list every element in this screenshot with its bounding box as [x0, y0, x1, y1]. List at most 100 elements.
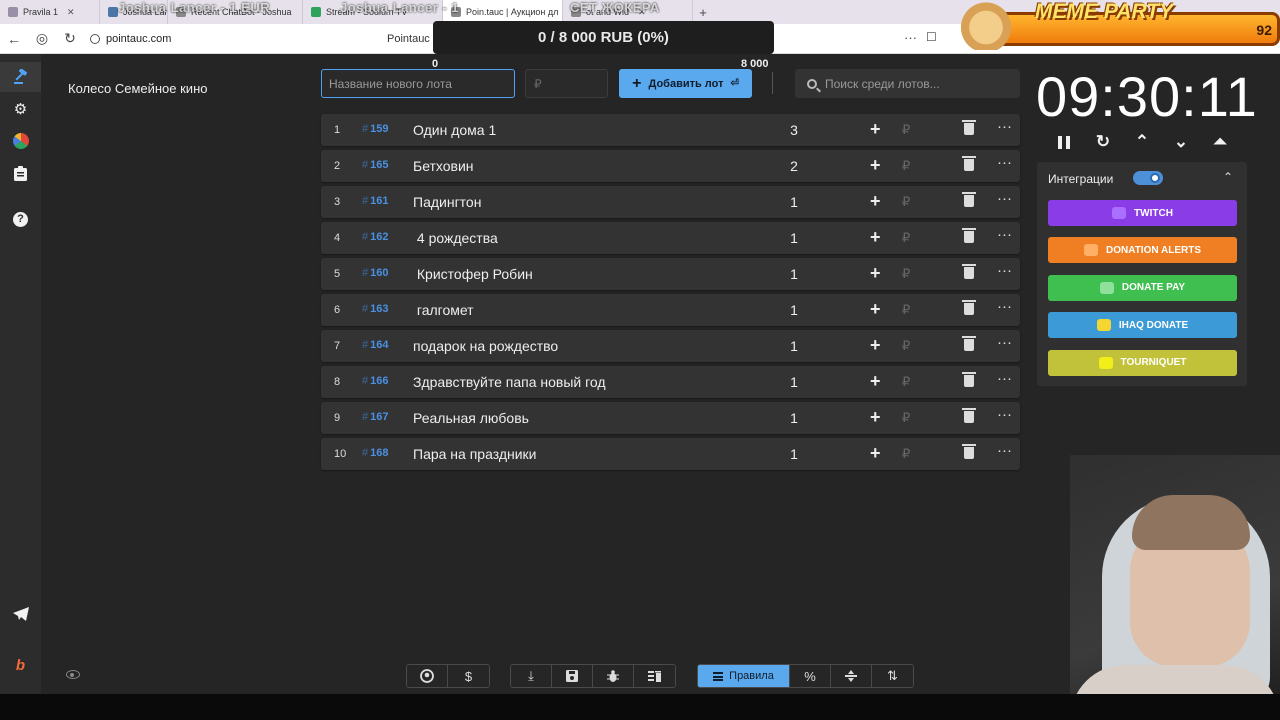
lot-row[interactable]: 10 #168 Пара на праздники 1 + ₽ ···	[321, 438, 1020, 470]
delete-icon[interactable]	[962, 408, 976, 423]
github-icon[interactable]	[407, 665, 448, 687]
chevron-up-icon[interactable]: ⌃	[1223, 170, 1233, 184]
gavel-icon[interactable]	[0, 62, 41, 92]
pie-chart-icon[interactable]	[0, 126, 41, 156]
lot-amount[interactable]: 1	[787, 302, 801, 318]
new-tab-icon[interactable]: +	[693, 5, 713, 20]
lot-id[interactable]: #167	[362, 411, 388, 423]
add-amount-icon[interactable]: +	[870, 299, 881, 320]
lot-name[interactable]: Падингтон	[413, 194, 481, 210]
pause-button[interactable]	[1049, 129, 1079, 155]
add-amount-icon[interactable]: +	[870, 371, 881, 392]
lot-name[interactable]: Реальная любовь	[413, 410, 529, 426]
lot-row[interactable]: 2 #165 Бетховин 2 + ₽ ···	[321, 150, 1020, 182]
lot-name[interactable]: Здравствуйте папа новый год	[413, 374, 606, 390]
donate-dollar-icon[interactable]: $	[448, 665, 489, 687]
ruble-input[interactable]: ₽	[902, 338, 910, 354]
site-info-icon[interactable]	[90, 33, 100, 44]
more-icon[interactable]: ···	[997, 118, 1012, 135]
more-icon[interactable]: ···	[997, 298, 1012, 315]
lot-id[interactable]: #163	[362, 303, 388, 315]
lot-row[interactable]: 3 #161 Падингтон 1 + ₽ ···	[321, 186, 1020, 218]
donate-pay-button[interactable]: DONATE PAY	[1048, 274, 1237, 301]
lot-row[interactable]: 8 #166 Здравствуйте папа новый год 1 + ₽ ···	[321, 366, 1020, 398]
add-amount-icon[interactable]: +	[870, 335, 881, 356]
bookmark-icon[interactable]: ☐	[926, 30, 937, 44]
lot-amount[interactable]: 1	[787, 446, 801, 462]
add-amount-icon[interactable]: +	[870, 191, 881, 212]
more-icon[interactable]: ···	[997, 226, 1012, 243]
lot-row[interactable]: 5 #160 Кристофер Робин 1 + ₽ ···	[321, 258, 1020, 290]
lot-amount[interactable]: 1	[787, 338, 801, 354]
settings-icon[interactable]: ⚙	[0, 94, 41, 124]
donation-alerts-button[interactable]: DONATION ALERTS	[1048, 237, 1237, 264]
ruble-input[interactable]: ₽	[902, 158, 910, 174]
add-amount-icon[interactable]: +	[870, 263, 881, 284]
lot-name[interactable]: 4 рождества	[413, 230, 498, 246]
rules-button[interactable]: Правила	[698, 665, 790, 687]
more-icon[interactable]: ···	[997, 370, 1012, 387]
ruble-input[interactable]: ₽	[902, 446, 910, 462]
clipboard-icon[interactable]	[0, 158, 41, 188]
help-icon[interactable]: ?	[0, 204, 41, 234]
lot-amount[interactable]: 1	[787, 374, 801, 390]
tourniquet-button[interactable]: TOURNIQUET	[1048, 349, 1237, 376]
lot-row[interactable]: 7 #164 подарок на рождество 1 + ₽ ···	[321, 330, 1020, 362]
add-lot-button[interactable]: + Добавить лот ⏎	[619, 69, 752, 98]
delete-icon[interactable]	[962, 336, 976, 351]
lot-row[interactable]: 9 #167 Реальная любовь 1 + ₽ ···	[321, 402, 1020, 434]
reload-icon[interactable]: ↻	[56, 30, 84, 47]
ruble-input[interactable]: ₽	[902, 194, 910, 210]
sort-icon[interactable]: ⇅	[872, 665, 913, 687]
lot-name[interactable]: Кристофер Робин	[413, 266, 533, 282]
ruble-input[interactable]: ₽	[902, 374, 910, 390]
delete-icon[interactable]	[962, 264, 976, 279]
lot-amount[interactable]: 1	[787, 410, 801, 426]
more-icon[interactable]: ···	[997, 442, 1012, 459]
clear-list-icon[interactable]	[634, 665, 675, 687]
lot-id[interactable]: #162	[362, 231, 388, 243]
lot-row[interactable]: 6 #163 галгомет 1 + ₽ ···	[321, 294, 1020, 326]
more-icon[interactable]: ···	[997, 190, 1012, 207]
more-options-icon[interactable]: ···	[904, 30, 917, 45]
address-bar[interactable]: pointauc.com	[90, 33, 171, 45]
save-icon[interactable]	[552, 665, 593, 687]
compress-icon[interactable]	[831, 665, 872, 687]
browser-tab[interactable]: Pravila 1 ✕	[0, 0, 100, 24]
telegram-icon[interactable]	[0, 599, 41, 629]
timer-down-button[interactable]: ⌄	[1166, 129, 1196, 155]
ruble-input[interactable]: ₽	[902, 410, 910, 426]
delete-icon[interactable]	[962, 444, 976, 459]
lot-row[interactable]: 1 #159 Один дома 1 3 + ₽ ···	[321, 114, 1020, 146]
twitch-button[interactable]: TWITCH	[1048, 200, 1237, 226]
shield-icon[interactable]: ◎	[28, 30, 56, 47]
lot-row[interactable]: 4 #162 4 рождества 1 + ₽ ···	[321, 222, 1020, 254]
delete-icon[interactable]	[962, 228, 976, 243]
lot-name[interactable]: галгомет	[413, 302, 474, 318]
percent-button[interactable]: %	[790, 665, 831, 687]
lot-id[interactable]: #166	[362, 375, 388, 387]
more-icon[interactable]: ···	[997, 262, 1012, 279]
delete-icon[interactable]	[962, 120, 976, 135]
lot-name[interactable]: Бетховин	[413, 158, 474, 174]
add-amount-icon[interactable]: +	[870, 407, 881, 428]
more-icon[interactable]: ···	[997, 334, 1012, 351]
more-icon[interactable]: ···	[997, 406, 1012, 423]
boosty-icon[interactable]: b	[0, 650, 41, 680]
lot-name[interactable]: подарок на рождество	[413, 338, 558, 354]
lot-name[interactable]: Пара на праздники	[413, 446, 537, 462]
delete-icon[interactable]	[962, 192, 976, 207]
more-icon[interactable]: ···	[997, 154, 1012, 171]
lot-amount[interactable]: 1	[787, 230, 801, 246]
lot-id[interactable]: #168	[362, 447, 388, 459]
ruble-input[interactable]: ₽	[902, 302, 910, 318]
lot-id[interactable]: #165	[362, 159, 388, 171]
add-amount-icon[interactable]: +	[870, 227, 881, 248]
integrations-toggle[interactable]	[1133, 171, 1163, 185]
ruble-input[interactable]: ₽	[902, 230, 910, 246]
ihaq-donate-button[interactable]: IHAQ DONATE	[1048, 312, 1237, 339]
bug-icon[interactable]	[593, 665, 634, 687]
add-amount-icon[interactable]: +	[870, 119, 881, 140]
download-icon[interactable]: ⤓	[511, 665, 552, 687]
lot-amount[interactable]: 3	[787, 122, 801, 138]
